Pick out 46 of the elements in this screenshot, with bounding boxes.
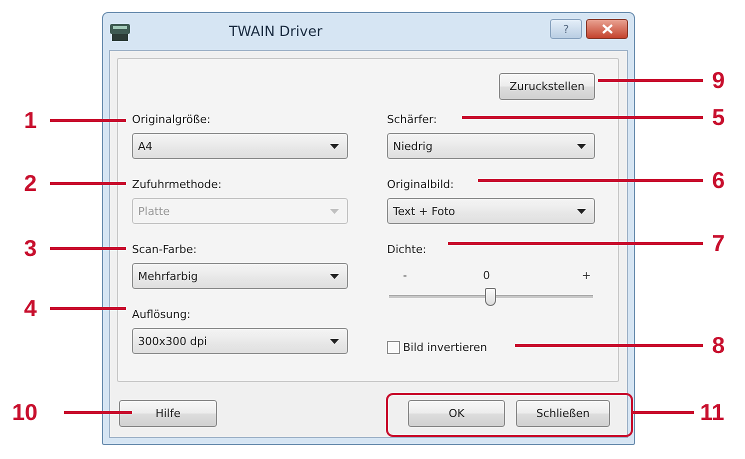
callout-number: 11 bbox=[700, 400, 724, 424]
field-label: Auflösung: bbox=[132, 307, 191, 323]
slider-value: 0 bbox=[482, 269, 490, 282]
dropdown[interactable]: 300x300 dpi bbox=[132, 328, 348, 354]
callout-number: 10 bbox=[12, 400, 38, 424]
caret-icon bbox=[577, 144, 586, 148]
field-label: Dichte: bbox=[386, 242, 426, 258]
caret-icon bbox=[330, 144, 339, 148]
dropdown[interactable]: A4 bbox=[132, 133, 348, 159]
callout-number: 8 bbox=[712, 333, 725, 357]
close-button[interactable]: Schließen bbox=[516, 400, 610, 427]
callout-number: 7 bbox=[712, 231, 725, 255]
caret-icon bbox=[330, 338, 339, 344]
help-button[interactable]: Hilfe bbox=[119, 400, 217, 427]
dropdown[interactable]: Text + Foto bbox=[386, 198, 595, 224]
caret-icon bbox=[577, 208, 586, 214]
field-label: Schärfer: bbox=[386, 112, 437, 128]
close-button[interactable] bbox=[586, 19, 628, 39]
field-label: Originalbild: bbox=[386, 177, 454, 193]
caret-icon bbox=[330, 274, 339, 278]
scanner-icon bbox=[109, 22, 131, 42]
close-icon bbox=[602, 24, 612, 34]
callout-number: 1 bbox=[24, 108, 37, 132]
reset-button[interactable]: Zuruckstellen bbox=[499, 73, 595, 100]
callout-number: 9 bbox=[712, 68, 725, 92]
leader-line bbox=[633, 411, 694, 414]
field-label: Zufuhrmethode: bbox=[132, 177, 222, 193]
checkbox-label: Bild invertieren bbox=[402, 341, 488, 354]
caret-icon bbox=[330, 208, 339, 214]
field-label: Originalgröße: bbox=[132, 112, 210, 128]
callout-number: 5 bbox=[712, 105, 725, 129]
help-button[interactable]: ? bbox=[550, 19, 582, 39]
callout-number: 4 bbox=[24, 296, 37, 320]
slider-thumb[interactable] bbox=[484, 288, 496, 306]
dropdown[interactable]: Mehrfarbig bbox=[132, 263, 348, 289]
dropdown[interactable]: Niedrig bbox=[386, 133, 595, 159]
leader-line bbox=[64, 411, 132, 414]
ok-button[interactable]: OK bbox=[408, 400, 505, 427]
window-title: TWAIN Driver bbox=[229, 24, 322, 40]
max-label: + bbox=[582, 269, 591, 282]
callout-number: 2 bbox=[24, 171, 37, 195]
field-label: Scan-Farbe: bbox=[132, 242, 197, 258]
callout-number: 3 bbox=[24, 236, 37, 260]
min-label: - bbox=[402, 269, 407, 282]
callout-number: 6 bbox=[712, 168, 725, 192]
checkbox[interactable] bbox=[386, 341, 400, 354]
